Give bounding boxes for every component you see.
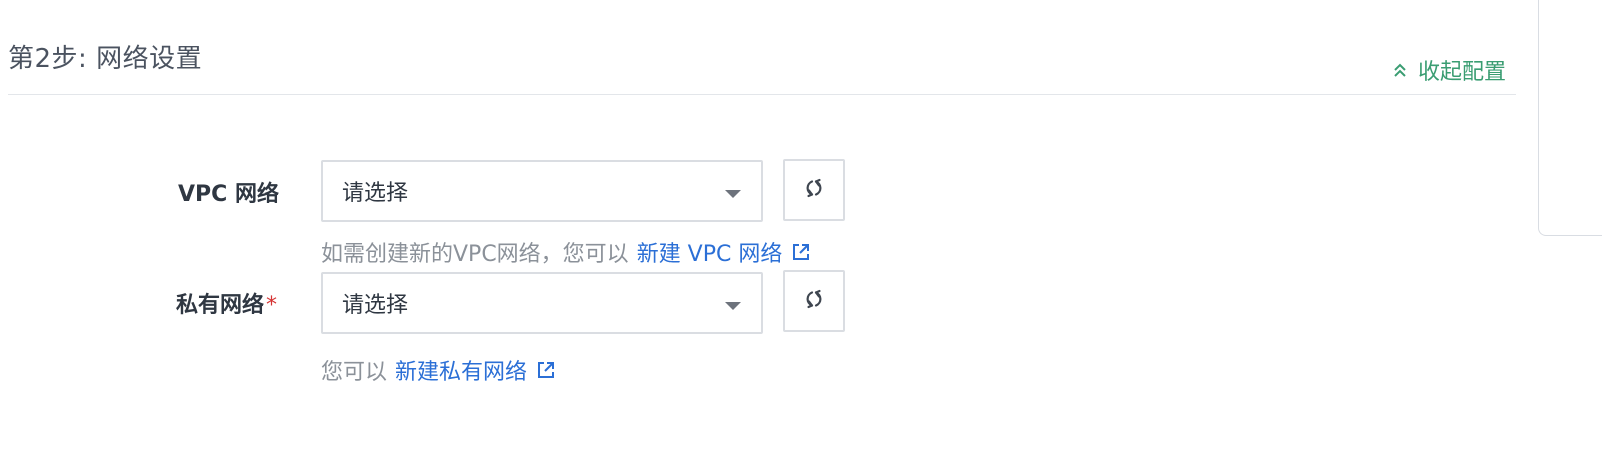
section-divider (8, 94, 1516, 95)
private-network-help-text: 您可以 新建私有网络 (321, 354, 555, 386)
double-chevron-up-icon (1392, 62, 1408, 78)
external-link-icon (537, 361, 555, 379)
create-private-network-link-label: 新建私有网络 (395, 360, 528, 385)
private-network-label-text: 私有网络 (176, 293, 265, 318)
caret-down-icon (725, 190, 741, 198)
private-network-help-prefix: 您可以 (321, 360, 388, 385)
create-private-network-link[interactable]: 新建私有网络 (395, 354, 555, 386)
private-network-refresh-button[interactable] (783, 270, 845, 332)
external-link-icon (792, 243, 810, 261)
vpc-network-select-value: 请选择 (342, 181, 409, 206)
create-vpc-link-label: 新建 VPC 网络 (636, 242, 783, 267)
private-network-select-value: 请选择 (342, 293, 409, 318)
private-network-label: 私有网络* (176, 287, 277, 319)
network-settings-page: 第2步: 网络设置 收起配置 VPC 网络 请选择 如需创建新的VPC网络，您可… (0, 0, 1602, 458)
vpc-network-label: VPC 网络 (178, 176, 279, 208)
vpc-refresh-button[interactable] (783, 159, 845, 221)
refresh-icon (803, 177, 825, 203)
refresh-icon (803, 288, 825, 314)
collapse-config-button[interactable]: 收起配置 (1392, 54, 1506, 86)
vpc-help-text: 如需创建新的VPC网络，您可以 新建 VPC 网络 (321, 236, 810, 268)
vpc-network-select[interactable]: 请选择 (321, 160, 763, 222)
create-vpc-link[interactable]: 新建 VPC 网络 (637, 236, 811, 268)
caret-down-icon (725, 302, 741, 310)
step-title: 第2步: 网络设置 (8, 44, 203, 74)
vpc-network-label-text: VPC 网络 (178, 182, 279, 207)
collapse-config-label: 收起配置 (1418, 60, 1507, 85)
required-mark: * (266, 293, 278, 318)
private-network-select[interactable]: 请选择 (321, 272, 763, 334)
side-panel-edge (1538, 0, 1602, 236)
vpc-help-prefix: 如需创建新的VPC网络，您可以 (321, 242, 629, 267)
